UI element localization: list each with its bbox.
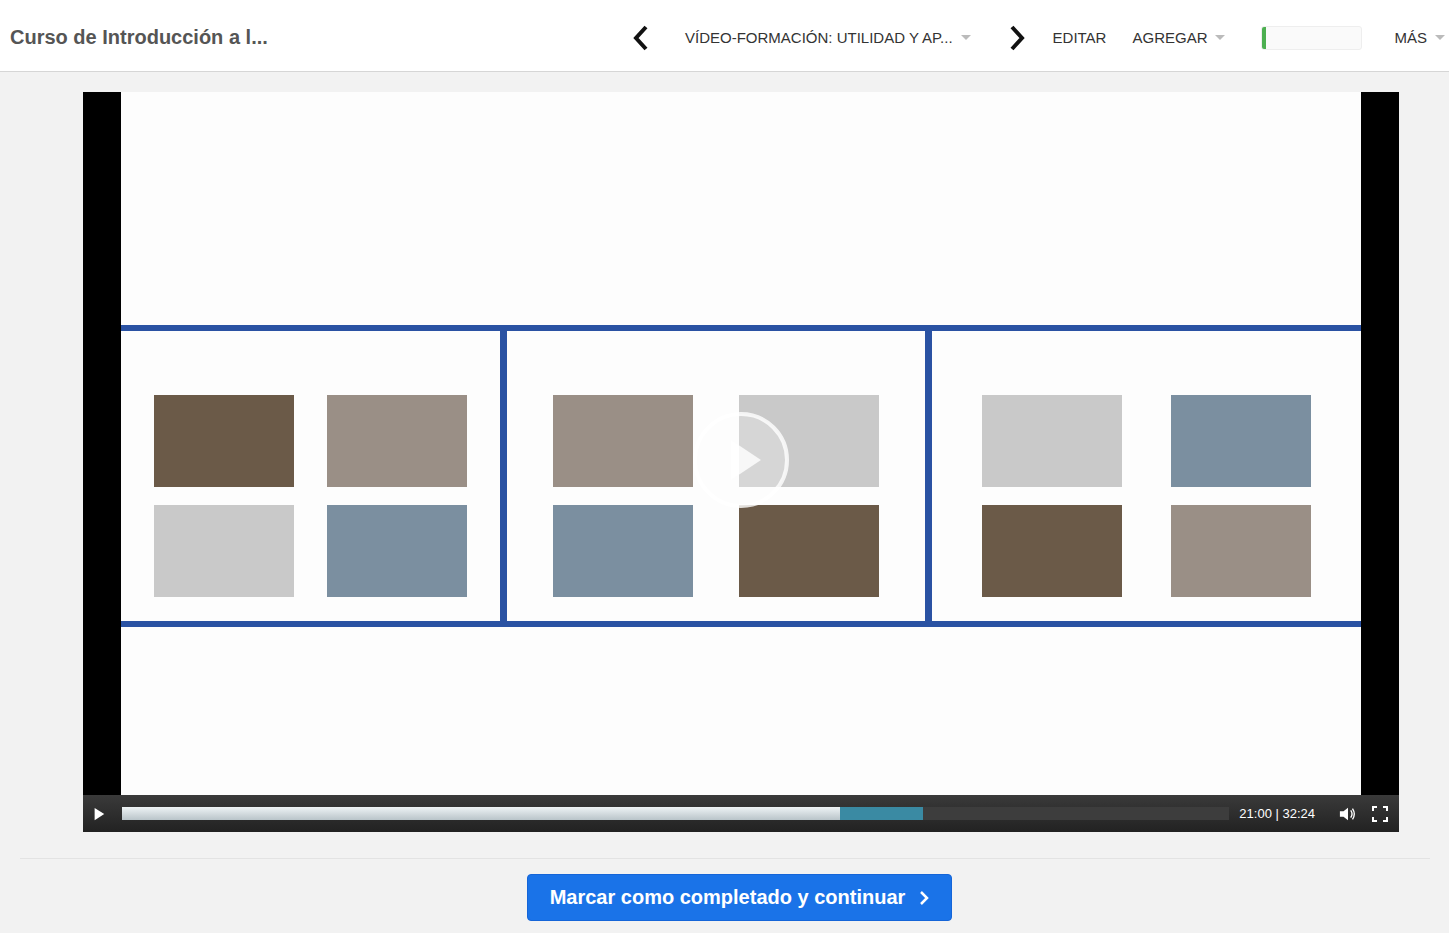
play-icon[interactable] <box>92 807 106 821</box>
lesson-title: VÍDEO-FORMACIÓN: UTILIDAD Y AP... <box>685 29 953 46</box>
next-icon[interactable] <box>1007 24 1027 52</box>
action-button[interactable]: AGREGAR <box>1132 29 1225 46</box>
complete-button[interactable]: Marcar como completado y continuar <box>527 874 953 921</box>
caret-icon <box>1215 35 1225 40</box>
more-button[interactable]: MÁS <box>1394 29 1445 46</box>
played-fill <box>122 807 840 820</box>
video-frame[interactable] <box>83 92 1399 795</box>
divider <box>20 858 1430 859</box>
course-progress <box>1261 26 1362 50</box>
previous-icon[interactable] <box>631 24 651 52</box>
caret-icon <box>961 35 971 40</box>
course-page: Curso de Introducción a l... VÍDEO-FORMAC… <box>0 0 1449 933</box>
top-bar: Curso de Introducción a l... VÍDEO-FORMAC… <box>0 0 1449 72</box>
lesson-select[interactable]: VÍDEO-FORMACIÓN: UTILIDAD Y AP... <box>685 29 971 46</box>
volume-icon[interactable] <box>1339 806 1357 822</box>
control-bar: 21:00 | 32:24 <box>83 795 1399 832</box>
caret-icon <box>1435 35 1445 40</box>
fullscreen-icon[interactable] <box>1371 806 1389 822</box>
video-player: 21:00 | 32:24 <box>83 92 1399 832</box>
time-display: 21:00 | 32:24 <box>1239 806 1315 821</box>
lesson-nav: VÍDEO-FORMACIÓN: UTILIDAD Y AP... EDITAR A… <box>631 24 1449 52</box>
course-title[interactable]: Curso de Introducción a l... <box>10 26 268 49</box>
chevron-right-icon <box>919 890 929 906</box>
play-overlay-icon[interactable] <box>691 410 791 510</box>
action-button[interactable]: EDITAR <box>1053 29 1107 46</box>
seek-bar[interactable] <box>122 807 1229 820</box>
progress-fill <box>1262 27 1266 49</box>
